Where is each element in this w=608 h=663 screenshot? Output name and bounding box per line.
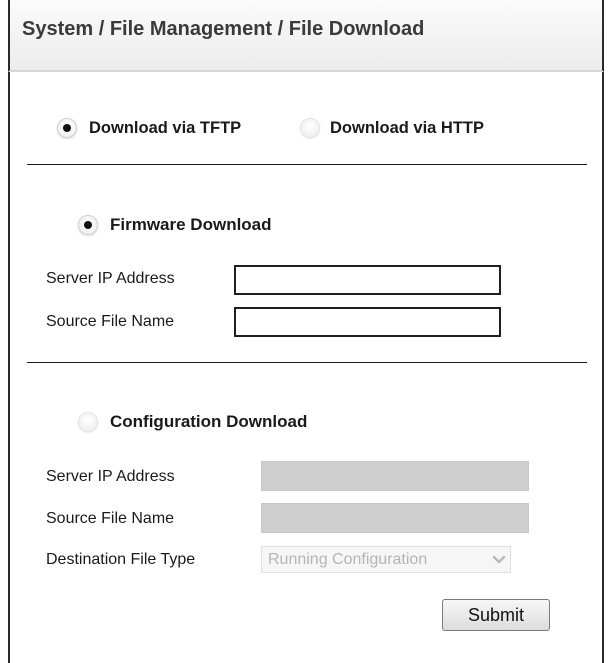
config-source-file-label: Source File Name — [46, 510, 175, 527]
config-source-file-input[interactable] — [261, 503, 529, 533]
dest-file-type-value: Running Configuration — [268, 550, 428, 568]
dest-file-type-label: Destination File Type — [46, 551, 196, 568]
firmware-download-option[interactable]: Firmware Download — [78, 215, 272, 235]
config-server-ip-label: Server IP Address — [46, 468, 175, 485]
section-divider — [27, 362, 587, 363]
download-via-http-option[interactable]: Download via HTTP — [300, 118, 484, 138]
firmware-source-file-input[interactable] — [234, 307, 501, 337]
chevron-down-icon — [488, 555, 510, 565]
configuration-download-option[interactable]: Configuration Download — [78, 412, 307, 432]
download-via-tftp-option[interactable]: Download via TFTP — [57, 118, 241, 138]
configuration-download-radio[interactable] — [78, 412, 98, 432]
firmware-download-label: Firmware Download — [110, 215, 272, 234]
page-header: System / File Management / File Download — [8, 0, 604, 72]
dest-file-type-select[interactable]: Running Configuration — [261, 546, 511, 573]
firmware-server-ip-label: Server IP Address — [46, 270, 175, 287]
config-server-ip-input[interactable] — [261, 461, 529, 491]
configuration-download-label: Configuration Download — [110, 412, 308, 431]
http-radio[interactable] — [300, 118, 320, 138]
http-label: Download via HTTP — [330, 118, 485, 137]
tftp-label: Download via TFTP — [89, 118, 242, 137]
submit-button[interactable]: Submit — [442, 599, 550, 631]
firmware-source-file-label: Source File Name — [46, 313, 175, 330]
firmware-download-radio[interactable] — [78, 215, 98, 235]
tftp-radio[interactable] — [57, 118, 77, 138]
section-divider — [27, 164, 587, 165]
firmware-server-ip-input[interactable] — [234, 265, 501, 295]
breadcrumb: System / File Management / File Download — [22, 18, 425, 40]
